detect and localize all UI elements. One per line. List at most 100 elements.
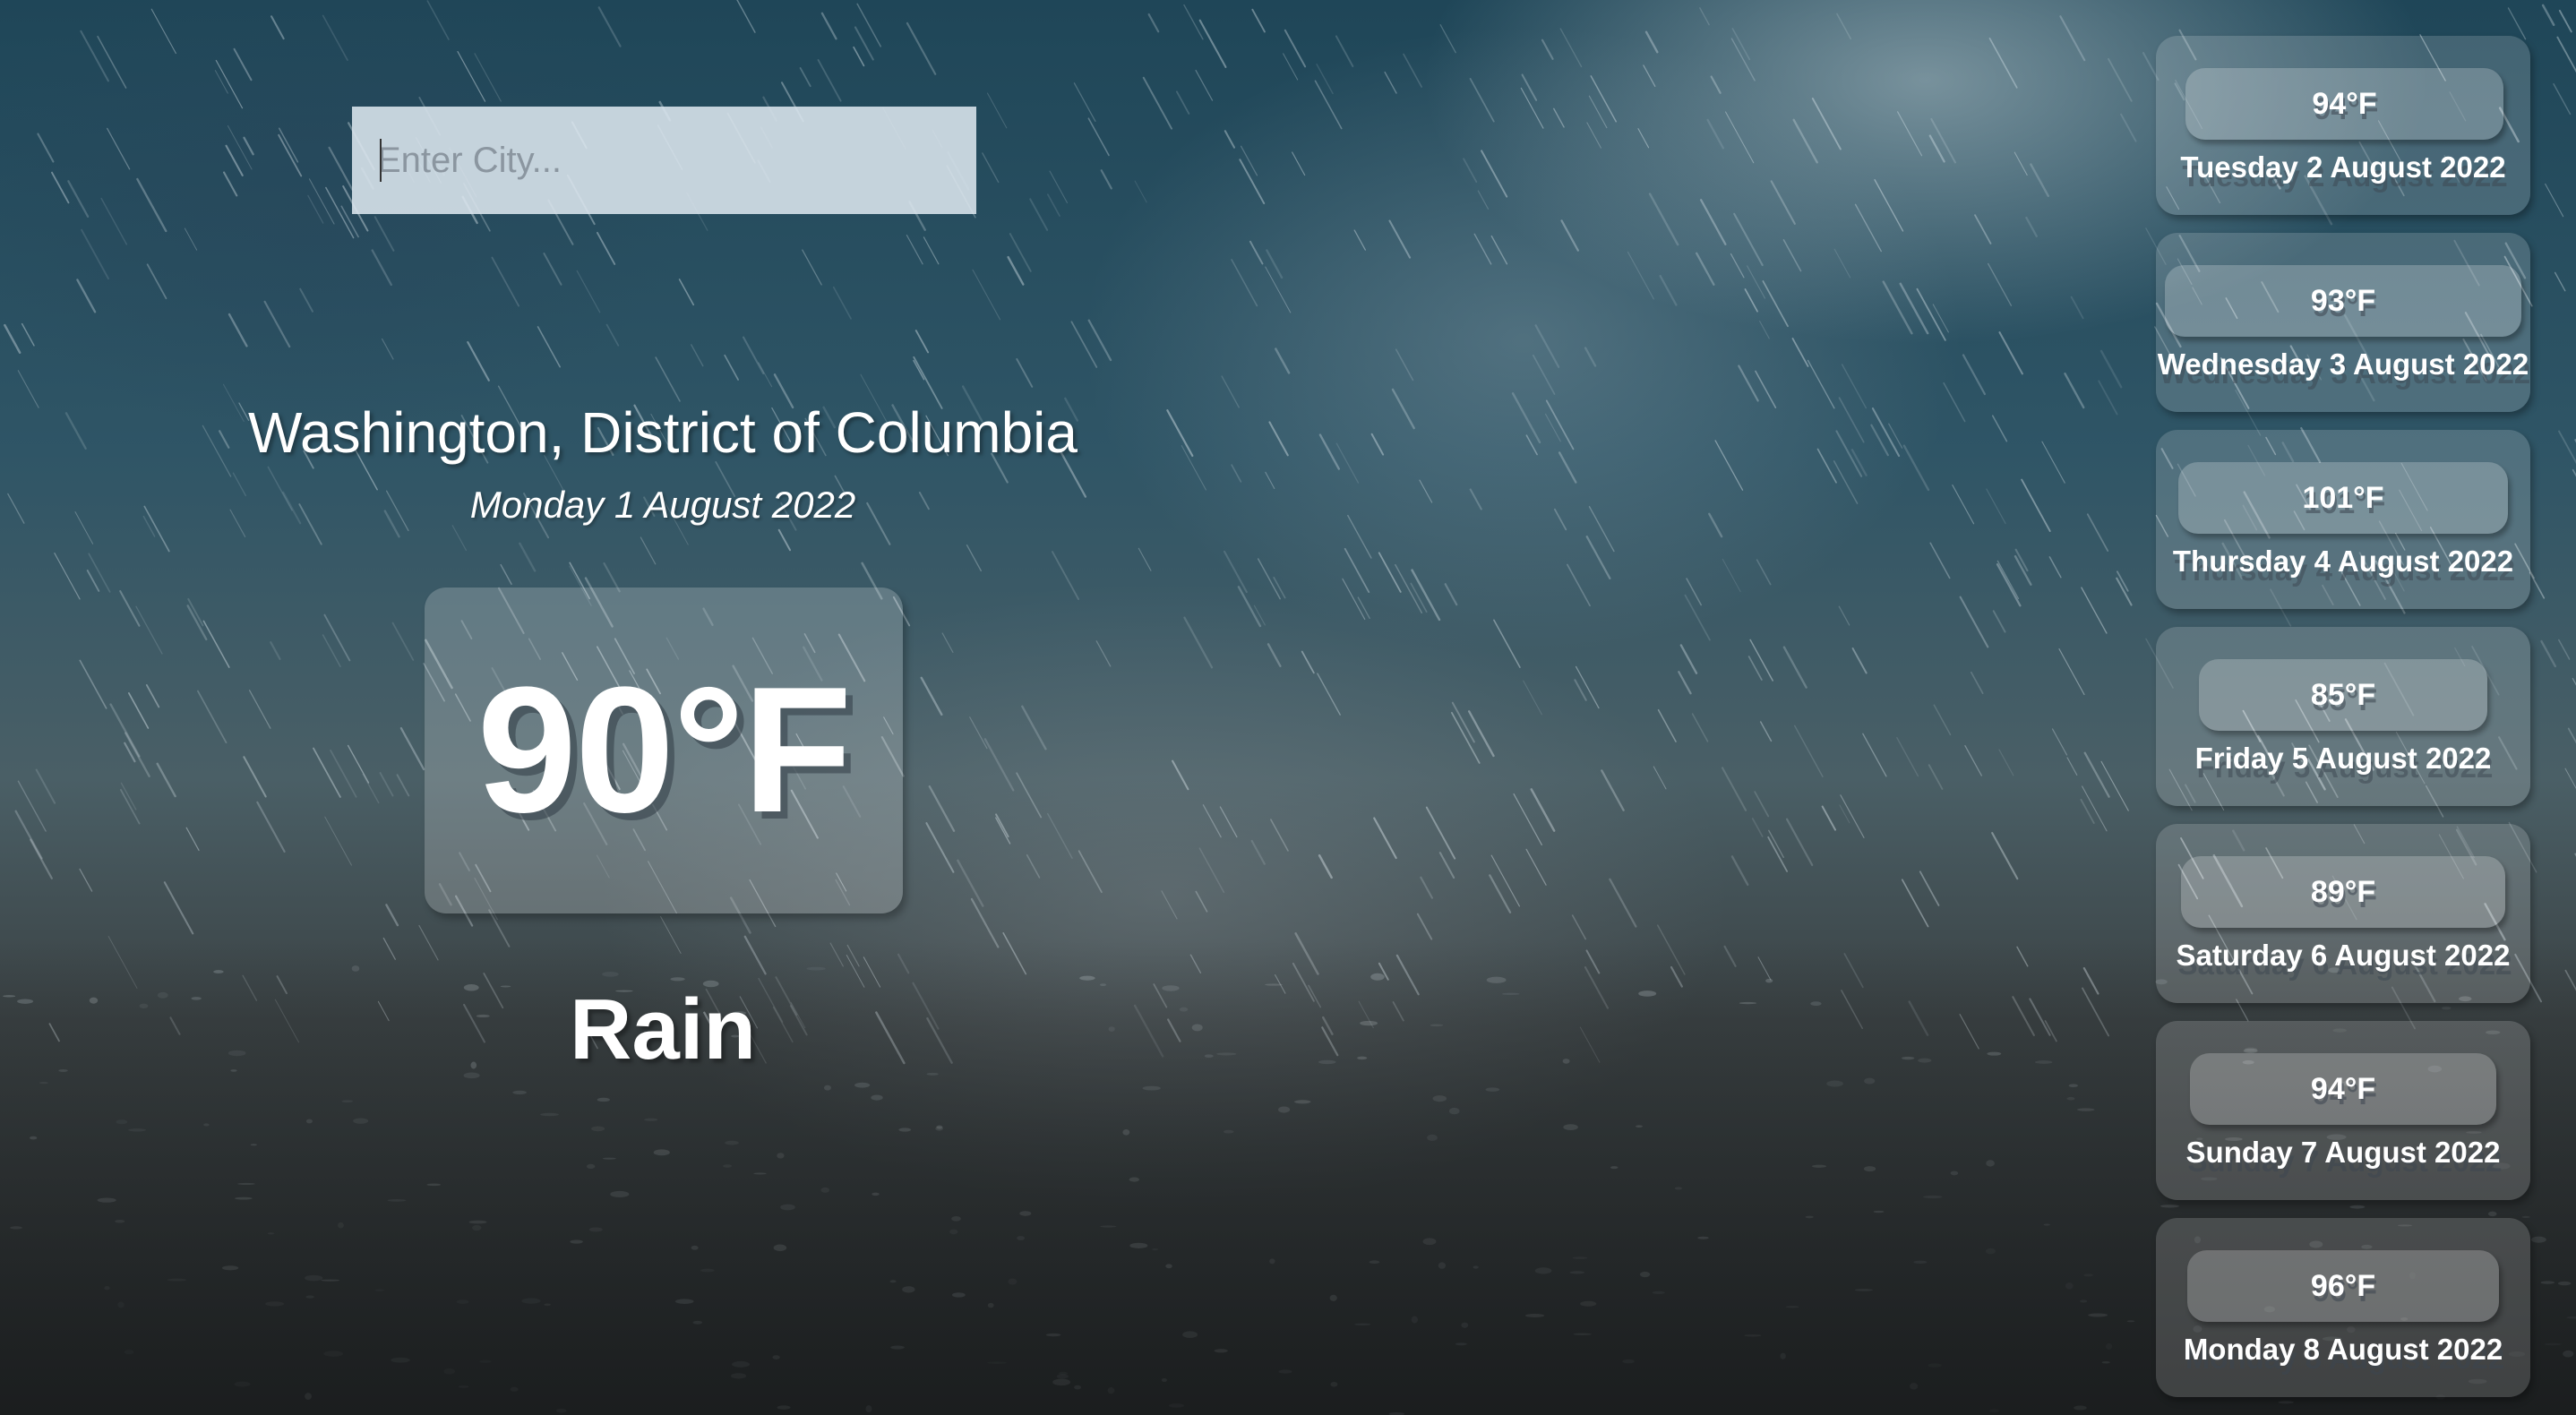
rain-splash: [949, 1229, 958, 1235]
rain-splash: [1330, 1381, 1338, 1387]
rain-streak: [2529, 571, 2546, 599]
rain-splash: [1052, 1378, 1071, 1386]
rain-streak: [1240, 145, 1258, 176]
rain-streak: [982, 152, 1000, 184]
rain-splash: [2088, 1313, 2108, 1317]
city-search-input[interactable]: [352, 107, 976, 214]
rain-splash: [1652, 1291, 1665, 1295]
rain-streak: [1835, 430, 1863, 477]
rain-splash: [1811, 1164, 1827, 1168]
rain-streak: [1268, 421, 1289, 457]
rain-streak: [995, 817, 1011, 845]
rain-streak: [322, 14, 348, 62]
rain-streak: [2099, 349, 2123, 389]
rain-streak: [97, 35, 127, 89]
rain-splash: [1191, 1024, 1203, 1032]
rain-streak: [1198, 19, 1227, 68]
rain-streak: [1292, 151, 1306, 176]
rain-streak: [17, 780, 47, 832]
rain-streak: [2044, 1020, 2057, 1042]
rain-streak: [1378, 962, 1389, 981]
rain-streak: [196, 690, 228, 744]
rain-splash: [479, 1359, 492, 1363]
rain-streak: [1928, 134, 1945, 163]
rain-streak: [1730, 855, 1749, 887]
rain-streak: [660, 916, 682, 954]
rain-streak: [2014, 548, 2029, 572]
rain-streak: [1477, 190, 1490, 210]
rain-streak: [1840, 794, 1865, 838]
rain-splash: [544, 1303, 551, 1307]
rain-streak: [79, 868, 93, 892]
rain-streak: [248, 690, 271, 729]
rain-streak: [1403, 53, 1422, 88]
rain-splash: [1622, 1359, 1635, 1364]
rain-streak: [371, 249, 392, 287]
rain-splash: [235, 1196, 253, 1200]
rain-splash: [1923, 1195, 1943, 1199]
rain-streak: [54, 553, 81, 600]
rain-streak: [323, 613, 351, 662]
current-condition: Rain: [569, 982, 757, 1077]
rain-streak: [597, 6, 622, 47]
rain-streak: [1395, 563, 1423, 613]
rain-splash: [213, 970, 224, 973]
rain-streak: [186, 605, 208, 641]
rain-streak: [1002, 932, 1027, 975]
rain-splash: [723, 1164, 732, 1168]
rain-streak: [1998, 331, 2023, 375]
rain-splash: [58, 1068, 68, 1073]
rain-splash: [321, 1279, 340, 1282]
rain-splash: [1079, 975, 1095, 981]
rain-splash: [2065, 1282, 2074, 1290]
rain-splash: [1805, 1215, 1814, 1219]
rain-streak: [1335, 442, 1360, 484]
rain-streak: [146, 263, 167, 300]
rain-streak: [120, 782, 137, 810]
rain-streak: [1087, 117, 1110, 157]
rain-streak: [1419, 479, 1433, 503]
rain-streak: [1816, 448, 1837, 484]
rain-splash: [2521, 1215, 2530, 1218]
rain-streak: [925, 822, 955, 873]
rain-streak: [1202, 804, 1222, 838]
rain-streak: [184, 227, 198, 251]
rain-splash: [510, 1386, 519, 1392]
rain-streak: [1749, 639, 1773, 682]
rain-streak: [2120, 113, 2137, 142]
rain-streak: [1545, 399, 1575, 450]
rain-streak: [1643, 64, 1656, 88]
rain-splash: [265, 1301, 285, 1307]
rain-streak: [399, 726, 425, 771]
rain-streak: [923, 236, 940, 265]
rain-streak: [2059, 15, 2086, 62]
rain-splash: [351, 965, 360, 972]
rain-streak: [80, 30, 109, 82]
rain-streak: [1357, 596, 1370, 620]
rain-streak: [426, 0, 450, 40]
rain-splash: [1294, 1100, 1311, 1104]
rain-splash: [951, 1216, 961, 1222]
rain-streak: [418, 924, 439, 961]
rain-streak: [1321, 1026, 1339, 1057]
rain-splash: [1427, 1134, 1438, 1141]
rain-streak: [51, 171, 70, 204]
current-temperature-box: 90°F: [425, 587, 903, 913]
rain-streak: [2029, 998, 2051, 1036]
rain-splash: [2066, 1096, 2075, 1101]
forecast-temperature: 96°F: [2187, 1250, 2499, 1322]
rain-streak: [7, 493, 25, 524]
rain-splash: [1223, 1129, 1234, 1134]
rain-streak: [820, 12, 837, 40]
rain-streak: [2083, 751, 2110, 798]
rain-streak: [2025, 216, 2038, 237]
rain-streak: [2116, 577, 2133, 606]
rain-streak: [1016, 357, 1034, 388]
rain-streak: [1219, 806, 1238, 838]
rain-splash: [1058, 1371, 1069, 1376]
rain-streak: [222, 171, 238, 197]
rain-streak: [391, 622, 415, 661]
rain-streak: [2554, 271, 2566, 292]
rain-streak: [1919, 870, 1940, 906]
rain-splash: [1639, 1271, 1651, 1278]
